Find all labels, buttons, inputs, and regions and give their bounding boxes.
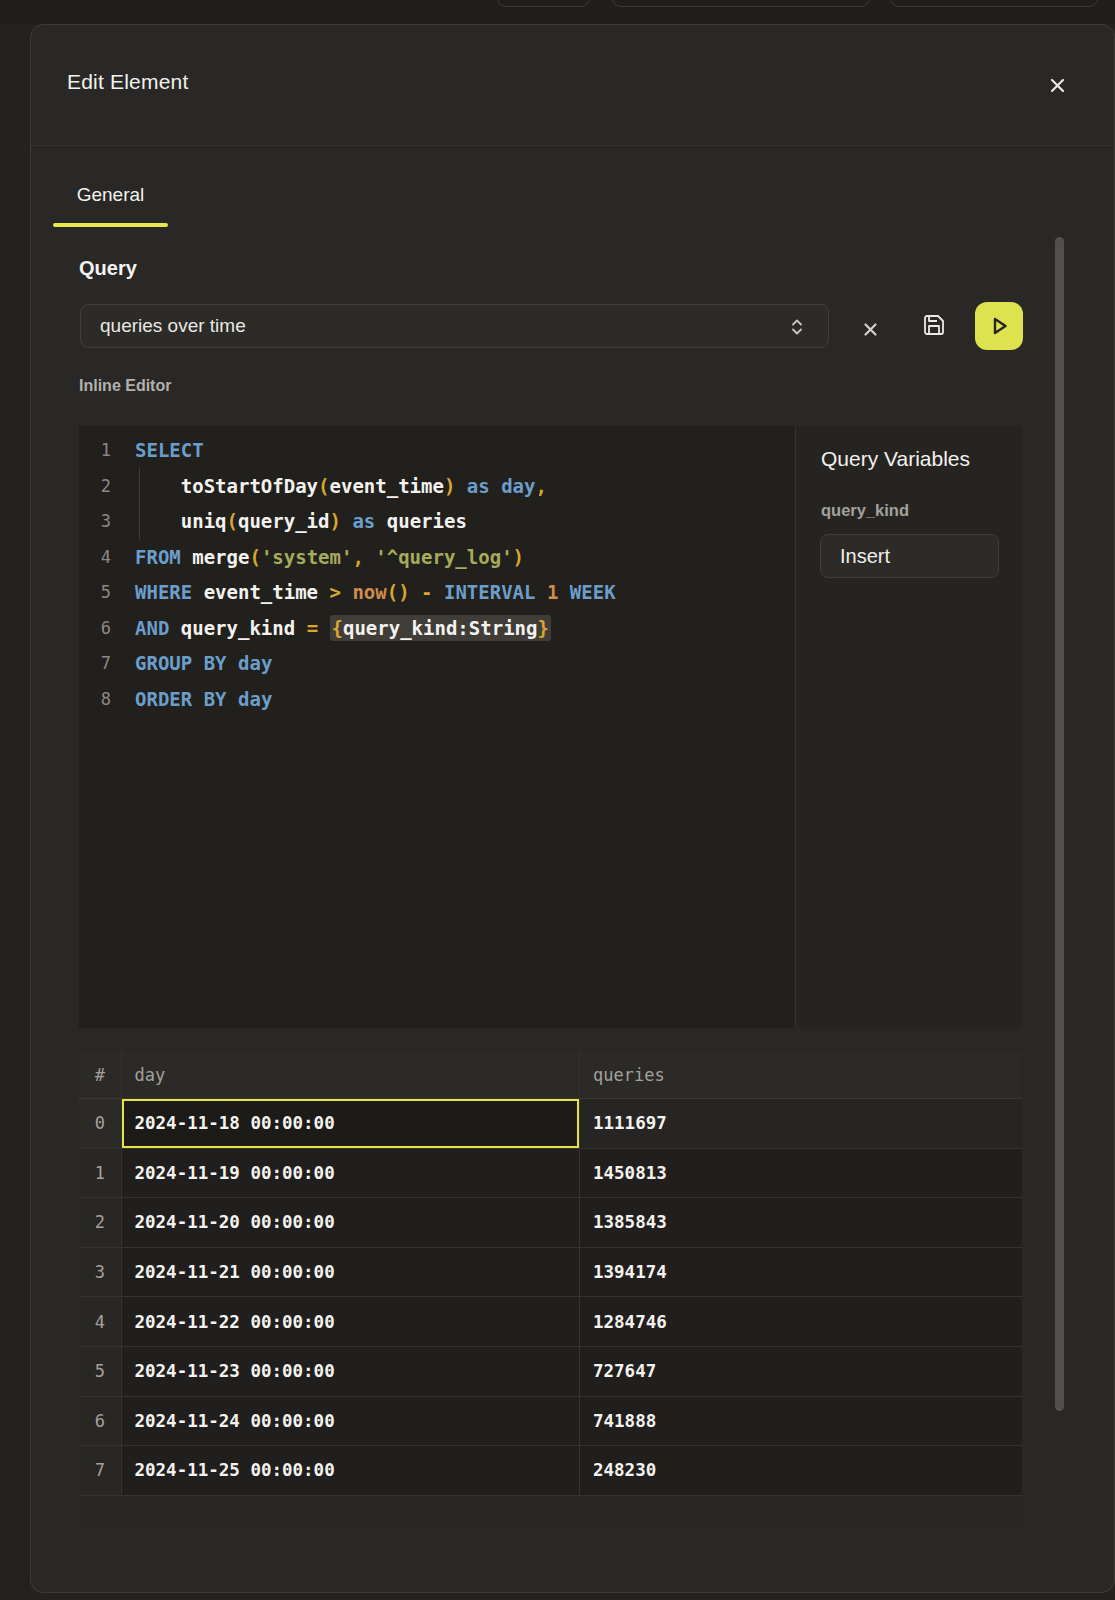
run-query-button[interactable] (975, 302, 1023, 350)
query-select[interactable]: queries over time (80, 304, 829, 348)
row-index-cell: 5 (79, 1347, 121, 1396)
toolbar-button-2[interactable] (612, 0, 870, 7)
table-row: 32024-11-21 00:00:001394174 (79, 1248, 1022, 1298)
day-cell[interactable]: 2024-11-22 00:00:00 (121, 1297, 580, 1346)
code-line: 6AND query_kind = {query_kind:String} (79, 611, 795, 647)
code-line: 1SELECT (79, 433, 795, 469)
close-button[interactable] (1043, 71, 1071, 99)
line-number: 7 (79, 646, 111, 682)
column-header-day: day (121, 1051, 580, 1098)
save-icon (922, 313, 946, 337)
day-cell[interactable]: 2024-11-18 00:00:00 (121, 1099, 580, 1148)
clear-icon (864, 323, 877, 336)
inline-editor-label: Inline Editor (79, 377, 171, 395)
query-variables-panel: Query Variables query_kind Insert (796, 426, 1022, 1028)
dialog-scrollbar-thumb[interactable] (1055, 237, 1064, 1411)
line-number: 4 (79, 540, 111, 576)
queries-cell[interactable]: 1394174 (579, 1248, 1022, 1297)
row-index-cell: 3 (79, 1248, 121, 1297)
line-number: 2 (79, 469, 111, 505)
dialog-title: Edit Element (67, 70, 188, 94)
column-header-queries: queries (579, 1051, 1022, 1098)
day-cell[interactable]: 2024-11-20 00:00:00 (121, 1198, 580, 1247)
query-heading: Query (79, 256, 137, 280)
results-table: # day queries 02024-11-18 00:00:00111169… (79, 1051, 1022, 1528)
queries-cell[interactable]: 741888 (579, 1397, 1022, 1446)
code-line: 3 uniq(query_id) as queries (79, 504, 795, 540)
toolbar-button-3[interactable] (890, 0, 1098, 7)
table-row: 62024-11-24 00:00:00741888 (79, 1397, 1022, 1447)
query-variables-heading: Query Variables (821, 446, 970, 471)
row-index-cell: 1 (79, 1149, 121, 1198)
code-line: 2 toStartOfDay(event_time) as day, (79, 469, 795, 505)
row-index-cell: 6 (79, 1397, 121, 1446)
queries-cell[interactable]: 1284746 (579, 1297, 1022, 1346)
table-row: 02024-11-18 00:00:001111697 (79, 1099, 1022, 1149)
code-pane[interactable]: 1SELECT2 toStartOfDay(event_time) as day… (79, 426, 796, 1028)
table-row: 72024-11-25 00:00:00248230 (79, 1446, 1022, 1496)
column-header-index: # (79, 1051, 121, 1098)
results-table-header: # day queries (79, 1051, 1022, 1099)
tab-active-underline (53, 223, 168, 227)
code-line: 5WHERE event_time > now() - INTERVAL 1 W… (79, 575, 795, 611)
day-cell[interactable]: 2024-11-24 00:00:00 (121, 1397, 580, 1446)
code-line: 4FROM merge('system', '^query_log') (79, 540, 795, 576)
queries-cell[interactable]: 248230 (579, 1446, 1022, 1495)
day-cell[interactable]: 2024-11-23 00:00:00 (121, 1347, 580, 1396)
day-cell[interactable]: 2024-11-19 00:00:00 (121, 1149, 580, 1198)
queries-cell[interactable]: 1111697 (579, 1099, 1022, 1148)
line-number: 8 (79, 682, 111, 718)
tab-general[interactable]: General (53, 184, 168, 206)
row-index-cell: 4 (79, 1297, 121, 1346)
variable-name-label: query_kind (821, 501, 909, 520)
close-icon (1050, 78, 1065, 93)
code-line: 7GROUP BY day (79, 646, 795, 682)
day-cell[interactable]: 2024-11-21 00:00:00 (121, 1248, 580, 1297)
select-chevrons-icon (790, 318, 804, 336)
play-icon (987, 314, 1011, 338)
queries-cell[interactable]: 727647 (579, 1347, 1022, 1396)
line-number: 1 (79, 433, 111, 469)
row-index-cell: 2 (79, 1198, 121, 1247)
edit-element-dialog: Edit Element General Query queries over … (30, 24, 1115, 1593)
line-number: 5 (79, 575, 111, 611)
table-row: 42024-11-22 00:00:001284746 (79, 1297, 1022, 1347)
header-divider (31, 145, 1114, 146)
insert-variable-button[interactable]: Insert (820, 534, 999, 578)
day-cell[interactable]: 2024-11-25 00:00:00 (121, 1446, 580, 1495)
toolbar-button-1[interactable] (497, 0, 590, 7)
row-index-cell: 0 (79, 1099, 121, 1148)
queries-cell[interactable]: 1385843 (579, 1198, 1022, 1247)
clear-query-button[interactable] (860, 319, 880, 339)
save-query-button[interactable] (922, 313, 946, 337)
table-row: 52024-11-23 00:00:00727647 (79, 1347, 1022, 1397)
line-number: 6 (79, 611, 111, 647)
table-row: 22024-11-20 00:00:001385843 (79, 1198, 1022, 1248)
top-toolbar (0, 0, 1115, 24)
line-number: 3 (79, 504, 111, 540)
table-row: 12024-11-19 00:00:001450813 (79, 1149, 1022, 1199)
sql-editor: 1SELECT2 toStartOfDay(event_time) as day… (79, 426, 1022, 1028)
queries-cell[interactable]: 1450813 (579, 1149, 1022, 1198)
query-select-value: queries over time (100, 315, 246, 337)
row-index-cell: 7 (79, 1446, 121, 1495)
code-line: 8ORDER BY day (79, 682, 795, 718)
table-footer-strip (79, 1496, 1022, 1528)
